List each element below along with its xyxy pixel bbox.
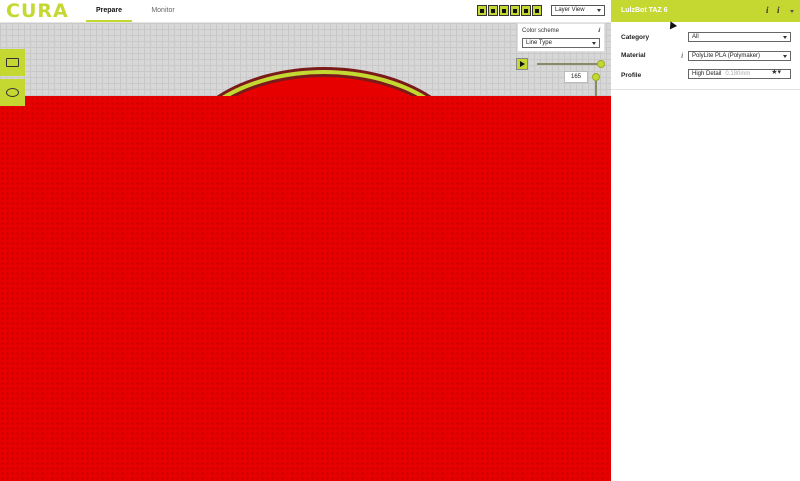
open-file-icon [6,58,19,67]
tab-monitor[interactable]: Monitor [140,0,186,20]
model-infill-area [0,96,611,481]
top-bar: CURA Prepare Monitor Layer View [0,0,611,23]
chevron-down-icon [783,36,787,39]
color-scheme-value: Line Type [526,40,552,46]
left-view-icon[interactable] [521,5,531,16]
left-toolbar [0,49,25,129]
info-icon[interactable]: i [777,5,780,15]
play-layers-button[interactable] [516,58,528,70]
view-mode-value: Layer View [555,7,585,13]
machine-selector[interactable]: LulzBot TAZ 6 i i [611,0,800,22]
layer-slider-top-handle[interactable] [592,73,600,81]
info-icon[interactable]: i [681,51,683,60]
chevron-down-icon [592,42,596,45]
profile-layer-height: 0.180mm [725,71,751,77]
view-mode-select[interactable]: Layer View [551,5,605,16]
solid-view-icon[interactable] [477,5,487,16]
build-plate-viewport[interactable] [0,23,611,481]
front-view-icon[interactable] [510,5,520,16]
layer-view-icon[interactable] [499,5,509,16]
machine-name: LulzBot TAZ 6 [621,7,668,14]
info-icon[interactable]: ℹ [598,27,600,34]
chevron-down-icon [790,10,794,13]
xray-view-icon[interactable] [488,5,498,16]
profile-label: Profile [621,72,642,79]
chevron-down-icon [783,55,787,58]
info-icon[interactable]: i [766,5,769,15]
sidebar-divider [611,89,800,90]
profile-select[interactable]: High Detail 0.180mm ★▾ [688,69,791,79]
material-select[interactable]: PolyLite PLA (Polymaker) [688,51,791,61]
category-value: All [692,34,699,40]
color-scheme-label: Color scheme [522,28,560,34]
print-setup-sidebar: LulzBot TAZ 6 i i Category All Material … [611,0,800,96]
scale-tool-button[interactable] [0,79,25,106]
category-select[interactable]: All [688,32,791,42]
color-scheme-panel: Color scheme ℹ Line Type [517,23,605,52]
scale-icon [6,88,19,97]
layer-slider-handle[interactable] [597,60,605,68]
right-view-icon[interactable] [532,5,542,16]
open-file-button[interactable] [0,49,25,76]
cura-logo: CURA [6,0,69,22]
layer-slider-vertical-track[interactable] [595,81,597,96]
view-mode-toolbar [477,5,542,16]
material-value: PolyLite PLA (Polymaker) [692,53,761,59]
star-icon[interactable]: ★▾ [771,69,781,77]
material-label: Material [621,52,646,59]
layer-slider-track[interactable] [537,63,602,65]
current-layer-field[interactable]: 165 [564,71,588,83]
profile-value: High Detail [692,71,722,77]
chevron-down-icon [597,9,601,12]
category-label: Category [621,34,650,41]
color-scheme-select[interactable]: Line Type [522,38,600,48]
tab-prepare[interactable]: Prepare [86,0,132,22]
